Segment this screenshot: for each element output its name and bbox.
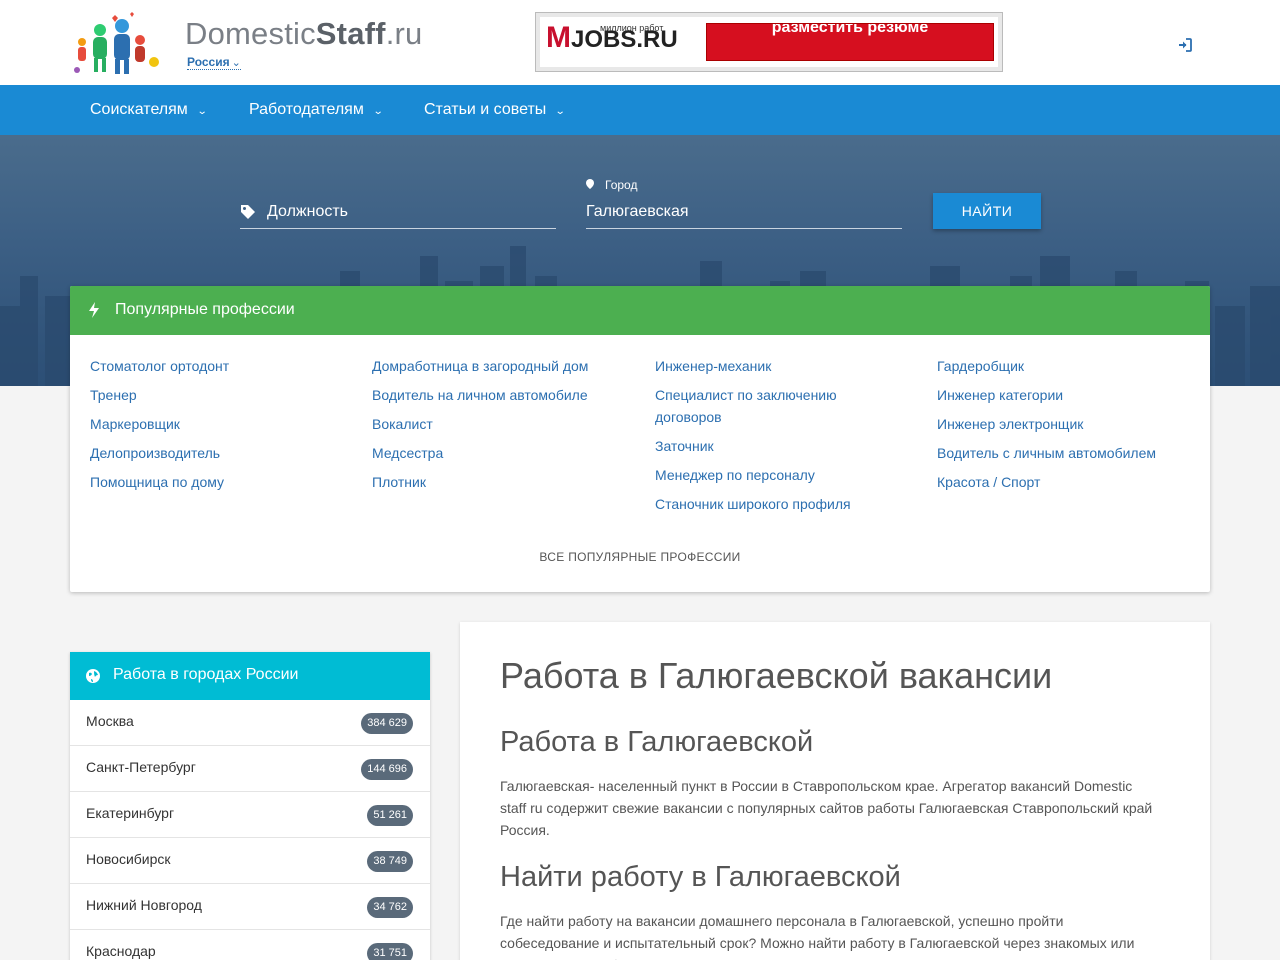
ad-banner-logo-m: M [546,21,571,54]
profession-link[interactable]: Маркеровщик [90,413,350,435]
section-heading: Работа в Галюгаевской [500,726,814,758]
city-list-item[interactable]: Новосибирск 38 749 [70,838,430,884]
ad-banner[interactable]: MJOBS.RU миллион работ разместить резюме [535,12,1003,72]
city-name: Санкт-Петербург [86,759,196,775]
region-selector[interactable]: Россия ⌄ [187,55,241,70]
ad-banner-inner: MJOBS.RU миллион работ разместить резюме [540,17,998,67]
professions-column-2: Домработница в загородный дом Водитель н… [372,355,632,500]
tag-icon [241,205,255,219]
profession-link[interactable]: Медсестра [372,442,632,464]
vacancy-count-badge: 384 629 [361,713,413,734]
cities-widget: Работа в городах России Москва 384 629 С… [70,652,430,960]
popular-professions-card: Популярные профессии Стоматолог ортодонт… [70,286,1210,592]
profession-link[interactable]: Водитель на личном автомобиле [372,384,632,406]
profession-link[interactable]: Вокалист [372,413,632,435]
ad-banner-tagline: миллион работ [600,23,664,33]
nav-articles-label: Статьи и советы [424,101,547,118]
cities-widget-header: Работа в городах России [70,652,430,700]
page-title: Работа в Галюгаевской вакансии [500,655,1053,696]
city-name: Нижний Новгород [86,897,202,913]
city-list-item[interactable]: Москва 384 629 [70,700,430,746]
article-content: Работа в Галюгаевской вакансии Работа в … [460,622,1210,960]
profession-link[interactable]: Менеджер по персоналу [655,464,885,486]
position-input[interactable]: Должность [267,203,348,221]
region-label: Россия [187,55,230,69]
vacancy-count-badge: 144 696 [361,759,413,780]
city-name: Москва [86,713,134,729]
city-list-item[interactable]: Екатеринбург 51 261 [70,792,430,838]
position-search-field[interactable]: Должность [240,189,556,229]
chevron-down-icon: ⌄ [555,106,566,117]
site-logo-text[interactable]: DomesticStaff.ru [185,16,422,52]
chevron-down-icon: ⌄ [231,57,241,69]
chevron-down-icon: ⌄ [372,106,384,117]
chevron-down-icon: ⌄ [196,106,208,117]
profession-link[interactable]: Специалист по заключению договоров [655,384,885,428]
popular-professions-title: Популярные профессии [115,301,295,318]
profession-link[interactable]: Домработница в загородный дом [372,355,632,377]
city-list-item[interactable]: Краснодар 31 751 [70,930,430,960]
profession-link[interactable]: Стоматолог ортодонт [90,355,350,377]
section-heading: Найти работу в Галюгаевской [500,861,901,893]
professions-column-4: Гардеробщик Инженер категории Инженер эл… [937,355,1197,500]
map-marker-icon [586,179,594,189]
vacancy-count-badge: 34 762 [367,897,413,918]
profession-link[interactable]: Станочник широкого профиля [655,493,885,515]
cities-widget-title: Работа в городах России [113,666,299,683]
site-header: DomesticStaff.ru Россия ⌄ MJOBS.RU миллио… [0,0,1280,85]
city-search-field[interactable]: Галюгаевская [586,189,902,229]
profession-link[interactable]: Плотник [372,471,632,493]
profession-link[interactable]: Красота / Спорт [937,471,1197,493]
city-input[interactable]: Галюгаевская [586,203,689,221]
nav-job-seekers-label: Соискателям [90,101,188,118]
profession-link[interactable]: Делопроизводитель [90,442,350,464]
logo-bold: Staff [315,16,386,51]
profession-link[interactable]: Инженер-механик [655,355,885,377]
nav-articles[interactable]: Статьи и советы ⌄ [424,85,566,135]
family-logo-icon[interactable] [72,12,164,76]
profession-link[interactable]: Помощница по дому [90,471,350,493]
popular-professions-header: Популярные профессии [70,286,1210,335]
vacancy-count-badge: 51 261 [367,805,413,826]
profession-link[interactable]: Инженер электронщик [937,413,1197,435]
logo-suffix: .ru [385,16,423,51]
nav-employers[interactable]: Работодателям ⌄ [249,85,384,135]
vacancy-count-badge: 38 749 [367,851,413,872]
profession-link[interactable]: Водитель с личным автомобилем [937,442,1197,464]
globe-icon [86,669,100,683]
city-name: Новосибирск [86,851,171,867]
all-popular-professions-link[interactable]: ВСЕ ПОПУЛЯРНЫЕ ПРОФЕССИИ [70,550,1210,564]
profession-link[interactable]: Инженер категории [937,384,1197,406]
ad-banner-cta[interactable]: разместить резюме [706,23,994,61]
city-name: Екатеринбург [86,805,175,821]
professions-column-1: Стоматолог ортодонт Тренер Маркеровщик Д… [90,355,350,500]
sign-in-icon[interactable] [1178,38,1192,52]
find-button[interactable]: НАЙТИ [933,193,1041,229]
logo-light: Domestic [185,16,316,51]
city-list-item[interactable]: Нижний Новгород 34 762 [70,884,430,930]
bolt-icon [89,302,99,318]
profession-link[interactable]: Заточник [655,435,885,457]
city-list-item[interactable]: Санкт-Петербург 144 696 [70,746,430,792]
main-nav: Соискателям ⌄ Работодателям ⌄ Статьи и сов… [0,85,1280,135]
city-name: Краснодар [86,943,156,959]
vacancy-count-badge: 31 751 [367,943,413,960]
profession-link[interactable]: Гардеробщик [937,355,1197,377]
professions-column-3: Инженер-механик Специалист по заключению… [655,355,885,522]
nav-employers-label: Работодателям [249,101,364,118]
nav-job-seekers[interactable]: Соискателям ⌄ [90,85,208,135]
section-paragraph: Галюгаевская- населенный пункт в России … [500,778,1153,838]
section-paragraph: Где найти работу на вакансии домашнего п… [500,913,1135,960]
profession-link[interactable]: Тренер [90,384,350,406]
